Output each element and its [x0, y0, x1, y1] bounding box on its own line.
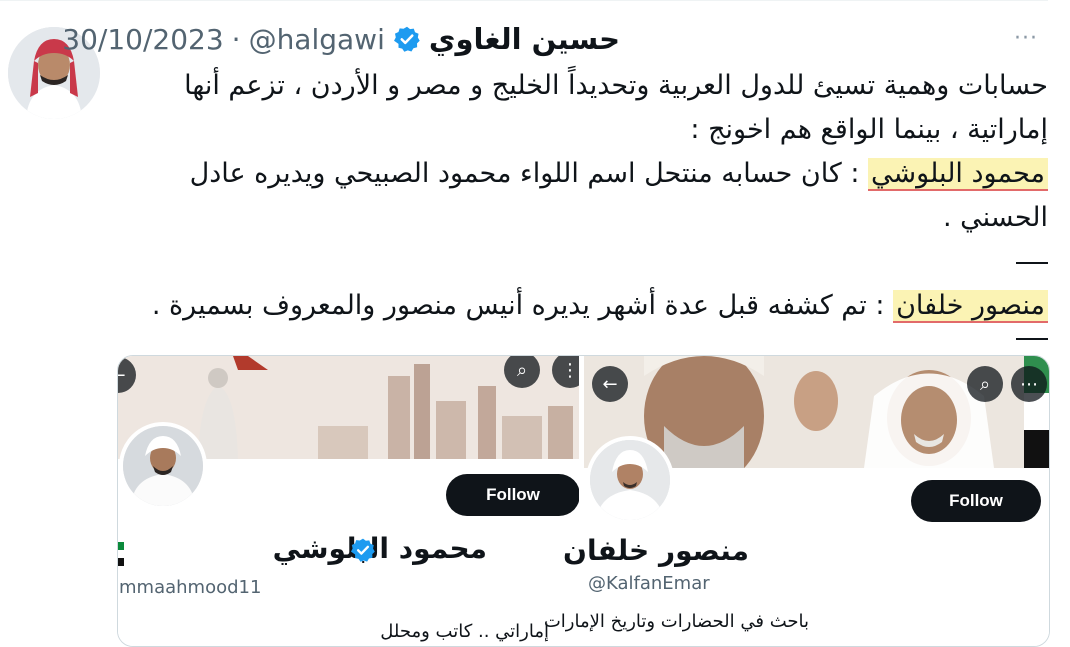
tweet-line-4: الحسني . — [942, 202, 1048, 233]
dash-divider — [1016, 337, 1048, 340]
highlighted-name-1: محمود البلوشي — [868, 158, 1048, 191]
more-horizontal-icon: ⋯ — [1020, 373, 1038, 395]
search-icon: ⌕ — [516, 359, 528, 381]
profile-name-left: محمود البلوشي — [272, 532, 487, 565]
back-arrow-icon: ← — [602, 373, 618, 395]
tweet-media-image[interactable]: ← ⌕ ⋮ Follow محمود البلوشي mmaahmood11 — [117, 355, 1050, 647]
uae-flag-icon — [118, 542, 124, 566]
search-button[interactable]: ⌕ — [967, 366, 1003, 402]
profile-avatar-left[interactable] — [119, 422, 207, 510]
tweet-divider-2 — [168, 328, 1048, 348]
profile-bio-right: باحث في الحضارات وتاريخ الإمارات — [543, 611, 809, 632]
more-button[interactable]: ⋯ — [1011, 366, 1047, 402]
profile-bio-left: إماراتي .. كاتب ومحلل — [380, 621, 549, 642]
back-button[interactable]: ← — [592, 366, 628, 402]
tweet-divider-1 — [168, 240, 1048, 284]
more-options-icon[interactable]: ··· — [1014, 28, 1048, 50]
profile-handle-right: @KalfanEmar — [588, 573, 710, 594]
tweet-line-1: حسابات وهمية تسيئ للدول العربية وتحديداً… — [184, 70, 1048, 101]
search-icon: ⌕ — [979, 373, 991, 395]
author-display-name[interactable]: حسين الغاوي — [429, 22, 620, 56]
highlighted-name-2: منصور خلفان — [893, 290, 1048, 323]
profile-card-left: ← ⌕ ⋮ Follow محمود البلوشي mmaahmood11 — [118, 356, 588, 646]
tweet-line-5-rest: : تم كشفه قبل عدة أشهر يديره أنيس منصور … — [151, 290, 894, 321]
more-vertical-icon: ⋮ — [561, 359, 579, 381]
profile-avatar-right[interactable] — [586, 436, 674, 524]
dash-divider — [1016, 261, 1048, 264]
tweet-date[interactable]: 30/10/2023 — [62, 23, 223, 56]
follow-button-right[interactable]: Follow — [911, 480, 1041, 522]
profile-name-right: منصور خلفان — [563, 534, 749, 567]
profile-card-right: ← ⌕ ⋯ Follow منصور خلفان @KalfanEmar باح… — [544, 356, 1049, 646]
tweet-line-3: محمود البلوشي : كان حسابه منتحل اسم اللو… — [168, 152, 1048, 196]
tweet-line-2: إماراتية ، بينما الواقع هم اخونج : — [690, 114, 1048, 145]
verified-badge-icon — [350, 537, 376, 563]
tweet-line-5: منصور خلفان : تم كشفه قبل عدة أشهر يديره… — [152, 284, 1048, 328]
profile-handle-left: mmaahmood11 — [119, 577, 262, 598]
tweet-header: حسين الغاوي @halgawi · 30/10/2023 — [62, 16, 620, 62]
verified-badge-icon — [393, 25, 421, 53]
author-handle[interactable]: @halgawi — [249, 23, 385, 56]
top-divider — [0, 0, 1048, 1]
follow-button-left[interactable]: Follow — [446, 474, 580, 516]
header-separator: · — [231, 22, 241, 56]
tweet-text: حسابات وهمية تسيئ للدول العربية وتحديداً… — [152, 64, 1048, 348]
tweet-line-3-rest: : كان حسابه منتحل اسم اللواء محمود الصبي… — [189, 158, 869, 189]
